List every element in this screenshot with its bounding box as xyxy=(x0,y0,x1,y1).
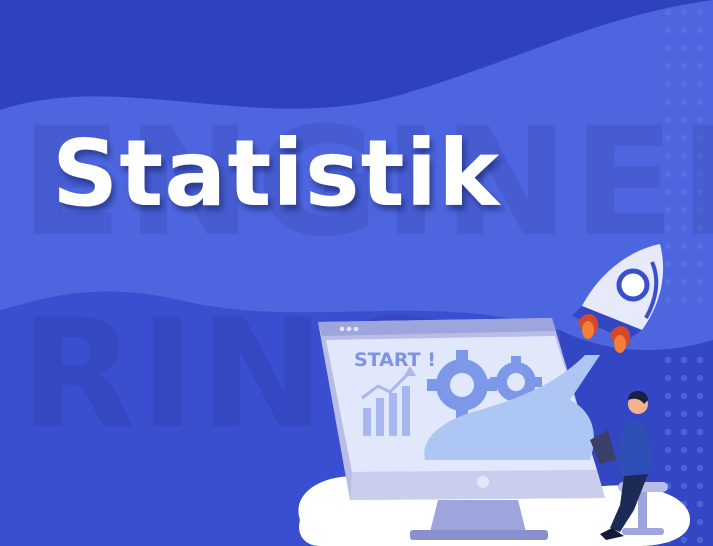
monitor-stand xyxy=(430,500,526,532)
rocket-icon xyxy=(572,244,664,353)
screen-start-label: START ! xyxy=(354,349,436,371)
hero-banner: ENGINEE RING Statistik START ! xyxy=(0,0,713,546)
startup-illustration: START ! xyxy=(298,244,690,546)
laptop xyxy=(590,430,616,464)
